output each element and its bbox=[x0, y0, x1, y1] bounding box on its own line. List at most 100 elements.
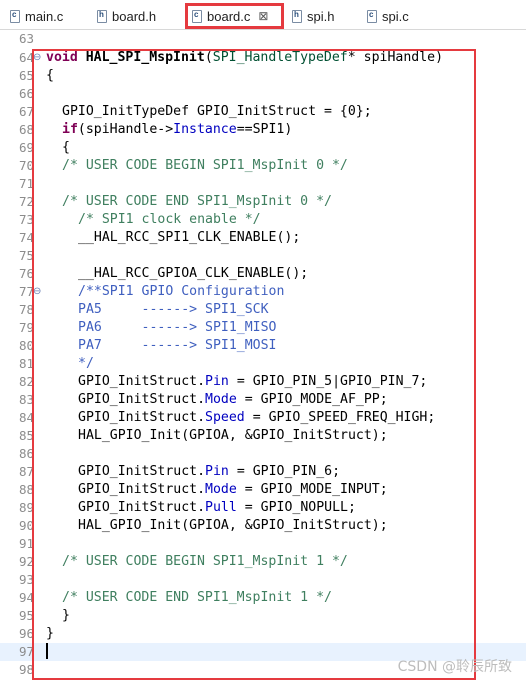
line-number: 73 bbox=[18, 212, 34, 227]
tab-spi-c[interactable]: c spi.c bbox=[367, 6, 409, 26]
line-number: 75 bbox=[18, 248, 34, 263]
field-name: Mode bbox=[205, 482, 237, 497]
line-number: 67 bbox=[18, 104, 34, 119]
function-name: HAL_SPI_MspInit bbox=[85, 50, 205, 65]
tab-spi-h[interactable]: h spi.h bbox=[292, 6, 334, 26]
line-number: 89 bbox=[18, 500, 34, 515]
code-line: 93 bbox=[0, 571, 526, 589]
field-name: Pin bbox=[205, 464, 229, 479]
doc-comment: */ bbox=[78, 356, 94, 371]
field-name: Instance bbox=[173, 122, 237, 137]
code-line: 66 bbox=[0, 85, 526, 103]
line-number: 91 bbox=[18, 536, 34, 551]
type-name: SPI_HandleTypeDef bbox=[212, 50, 348, 65]
line-number: 94 bbox=[18, 590, 34, 605]
code-line: 75 bbox=[0, 247, 526, 265]
comment: /* SPI1 clock enable */ bbox=[78, 212, 261, 227]
line-number: 69 bbox=[18, 140, 34, 155]
doc-comment: /**SPI1 GPIO Configuration bbox=[78, 284, 285, 299]
line-number: 76 bbox=[18, 266, 34, 281]
field-name: Mode bbox=[205, 392, 237, 407]
line-number: 92 bbox=[18, 554, 34, 569]
code-line: 73 /* SPI1 clock enable */ bbox=[0, 211, 526, 229]
line-number: 72 bbox=[18, 194, 34, 209]
code-line: 85 HAL_GPIO_Init(GPIOA, &GPIO_InitStruct)… bbox=[0, 427, 526, 445]
line-number: 78 bbox=[18, 302, 34, 317]
comment: /* USER CODE END SPI1_MspInit 0 */ bbox=[62, 194, 332, 209]
line-number: 85 bbox=[18, 428, 34, 443]
line-number: 98 bbox=[18, 662, 34, 677]
code-line: 94 /* USER CODE END SPI1_MspInit 1 */ bbox=[0, 589, 526, 607]
code-line: 89 GPIO_InitStruct.Pull = GPIO_NOPULL; bbox=[0, 499, 526, 517]
code-line: 82 GPIO_InitStruct.Pin = GPIO_PIN_5|GPIO_… bbox=[0, 373, 526, 391]
tab-board-h[interactable]: h board.h bbox=[97, 6, 156, 26]
line-number: 97 bbox=[18, 644, 34, 659]
line-number: 87 bbox=[18, 464, 34, 479]
code-line: 63 bbox=[0, 30, 526, 48]
comment: /* USER CODE BEGIN SPI1_MspInit 0 */ bbox=[62, 158, 348, 173]
line-number: 93 bbox=[18, 572, 34, 587]
line-number: 65 bbox=[18, 68, 34, 83]
field-name: Pin bbox=[205, 374, 229, 389]
field-name: Speed bbox=[205, 410, 245, 425]
code-line: 91 bbox=[0, 535, 526, 553]
fold-collapse-icon[interactable]: ⊖ bbox=[33, 283, 41, 301]
code-line: 65{ bbox=[0, 67, 526, 85]
code-line: 87 GPIO_InitStruct.Pin = GPIO_PIN_6; bbox=[0, 463, 526, 481]
line-number: 70 bbox=[18, 158, 34, 173]
code-line: 78 PA5 ------> SPI1_SCK bbox=[0, 301, 526, 319]
code-line: 74 __HAL_RCC_SPI1_CLK_ENABLE(); bbox=[0, 229, 526, 247]
comment: /* USER CODE END SPI1_MspInit 1 */ bbox=[62, 590, 332, 605]
code-line: 88 GPIO_InitStruct.Mode = GPIO_MODE_INPUT… bbox=[0, 481, 526, 499]
code-line: 72 /* USER CODE END SPI1_MspInit 0 */ bbox=[0, 193, 526, 211]
code-line: 64 ⊖ void HAL_SPI_MspInit(SPI_HandleTypeDe… bbox=[0, 49, 526, 67]
field-name: Pull bbox=[205, 500, 237, 515]
code-line: 84 GPIO_InitStruct.Speed = GPIO_SPEED_FRE… bbox=[0, 409, 526, 427]
code-line: 76 __HAL_RCC_GPIOA_CLK_ENABLE(); bbox=[0, 265, 526, 283]
line-number: 80 bbox=[18, 338, 34, 353]
line-number: 81 bbox=[18, 356, 34, 371]
h-file-icon: h bbox=[292, 9, 302, 23]
tab-label: spi.h bbox=[307, 8, 335, 24]
code-line: 79 PA6 ------> SPI1_MISO bbox=[0, 319, 526, 337]
code-line: 67 GPIO_InitTypeDef GPIO_InitStruct = {0}… bbox=[0, 103, 526, 121]
doc-comment: PA5 ------> SPI1_SCK bbox=[78, 302, 269, 317]
doc-comment: PA6 ------> SPI1_MISO bbox=[78, 320, 277, 335]
tab-label: board.h bbox=[112, 8, 157, 24]
h-file-icon: h bbox=[97, 9, 107, 23]
watermark: CSDN @聆辰所致 bbox=[397, 659, 512, 675]
code-line: 69{ bbox=[0, 139, 526, 157]
tab-board-c[interactable]: c board.c ⊠ bbox=[185, 3, 284, 29]
line-number: 63 bbox=[18, 31, 34, 46]
line-number: 74 bbox=[18, 230, 34, 245]
keyword: if bbox=[62, 122, 78, 137]
line-number: 79 bbox=[18, 320, 34, 335]
tab-main-c[interactable]: c main.c bbox=[10, 6, 63, 26]
comment: /* USER CODE BEGIN SPI1_MspInit 1 */ bbox=[62, 554, 348, 569]
code-line: 92 /* USER CODE BEGIN SPI1_MspInit 1 */ bbox=[0, 553, 526, 571]
line-number: 71 bbox=[18, 176, 34, 191]
line-number: 68 bbox=[18, 122, 34, 137]
c-file-icon: c bbox=[192, 9, 202, 23]
close-icon[interactable]: ⊠ bbox=[258, 9, 268, 23]
tab-label: main.c bbox=[25, 8, 64, 24]
code-editor[interactable]: 63 64 ⊖ void HAL_SPI_MspInit(SPI_HandleTyp… bbox=[0, 30, 526, 686]
line-number: 88 bbox=[18, 482, 34, 497]
line-number: 95 bbox=[18, 608, 34, 623]
code-line: 81 */ bbox=[0, 355, 526, 373]
code-line: 71 bbox=[0, 175, 526, 193]
doc-comment: PA7 ------> SPI1_MOSI bbox=[78, 338, 277, 353]
code-line: 86 bbox=[0, 445, 526, 463]
tab-label: spi.c bbox=[382, 8, 409, 24]
line-number: 84 bbox=[18, 410, 34, 425]
code-line: 96} bbox=[0, 625, 526, 643]
code-line: 68 if(spiHandle->Instance==SPI1) bbox=[0, 121, 526, 139]
code-line: 95} bbox=[0, 607, 526, 625]
fold-collapse-icon[interactable]: ⊖ bbox=[33, 49, 41, 67]
line-number: 83 bbox=[18, 392, 34, 407]
tab-label: board.c bbox=[207, 8, 251, 24]
line-number: 82 bbox=[18, 374, 34, 389]
code-line: 90 HAL_GPIO_Init(GPIOA, &GPIO_InitStruct)… bbox=[0, 517, 526, 535]
keyword: void bbox=[46, 50, 78, 65]
line-number: 86 bbox=[18, 446, 34, 461]
